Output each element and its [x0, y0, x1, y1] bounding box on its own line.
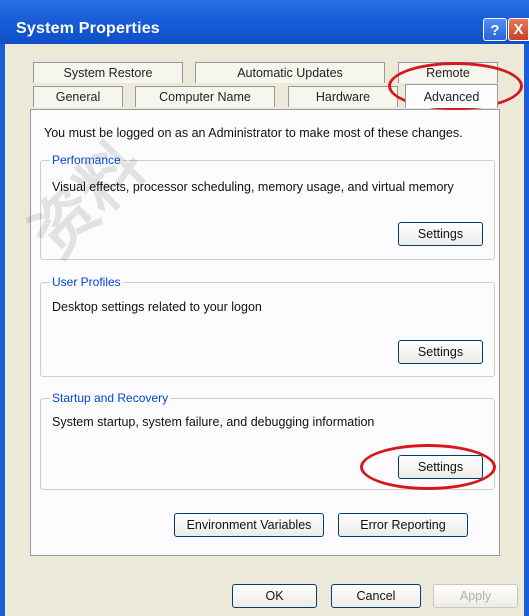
performance-settings-button[interactable]: Settings [398, 222, 483, 246]
environment-variables-button[interactable]: Environment Variables [174, 513, 324, 537]
help-button[interactable]: ? [483, 18, 507, 41]
user-profiles-description: Desktop settings related to your logon [52, 300, 262, 314]
window-title: System Properties [16, 20, 160, 37]
cancel-button[interactable]: Cancel [331, 584, 421, 608]
close-button[interactable]: X [508, 18, 529, 41]
user-profiles-settings-button[interactable]: Settings [398, 340, 483, 364]
tab-hardware[interactable]: Hardware [288, 86, 398, 107]
apply-button[interactable]: Apply [433, 584, 518, 608]
ok-button[interactable]: OK [232, 584, 317, 608]
window-border-left [0, 44, 5, 616]
tab-automatic-updates[interactable]: Automatic Updates [195, 62, 385, 83]
tab-system-restore[interactable]: System Restore [33, 62, 183, 83]
user-profiles-title: User Profiles [50, 275, 123, 289]
annotation-ellipse-startup-settings [360, 444, 496, 490]
error-reporting-button[interactable]: Error Reporting [338, 513, 468, 537]
tab-general[interactable]: General [33, 86, 123, 107]
window-border-right [524, 44, 529, 616]
tab-advanced[interactable]: Advanced [405, 84, 498, 108]
tab-computer-name[interactable]: Computer Name [135, 86, 275, 107]
startup-recovery-title: Startup and Recovery [50, 391, 171, 405]
startup-recovery-description: System startup, system failure, and debu… [52, 415, 375, 429]
